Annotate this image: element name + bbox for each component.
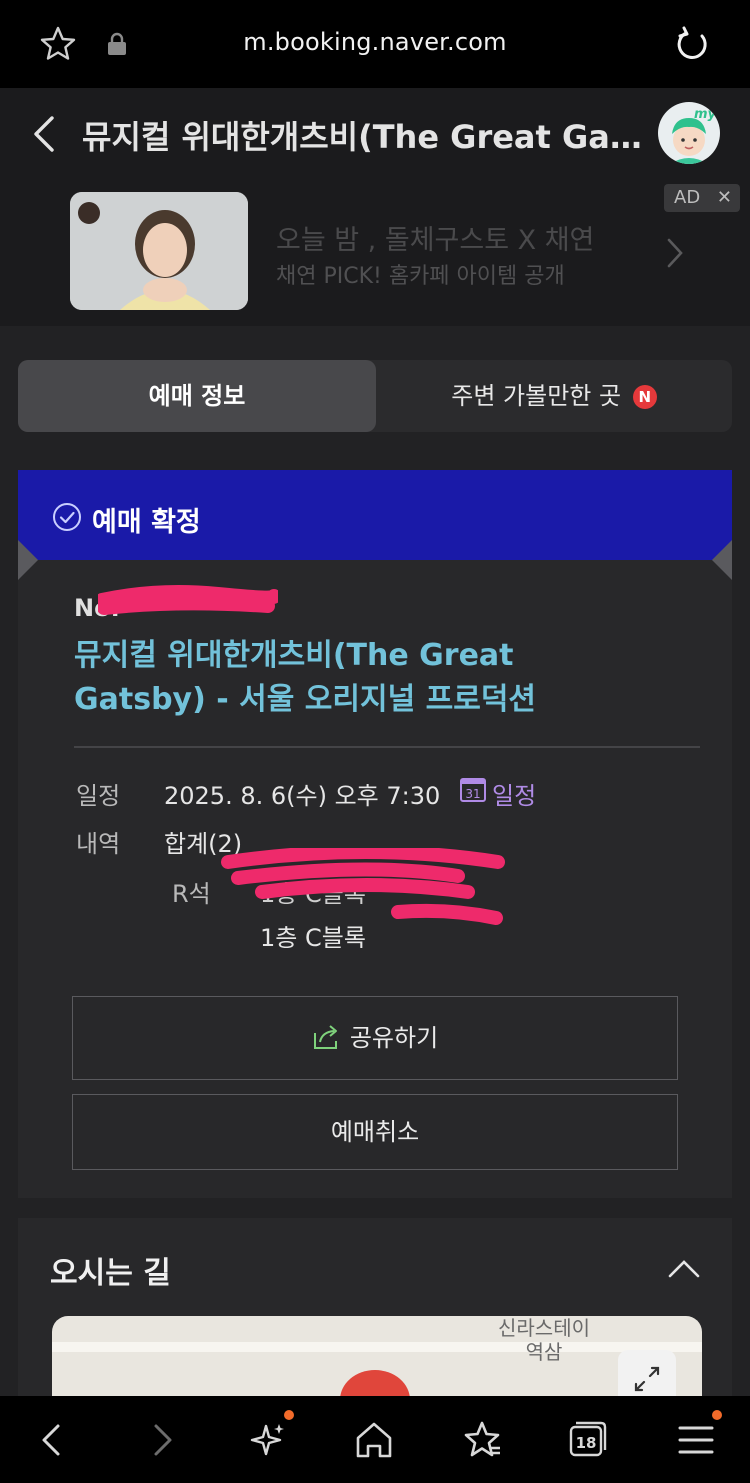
browser-url-bar: m.booking.naver.com (0, 0, 750, 88)
browser-bottom-nav: 18 (0, 1396, 750, 1483)
share-icon (313, 1025, 337, 1049)
nav-back-icon[interactable] (30, 1418, 74, 1462)
bookmarks-star-icon[interactable] (460, 1418, 504, 1462)
tab-nearby-places-label: 주변 가볼만한 곳 (451, 382, 622, 410)
ad-person-image (70, 192, 248, 310)
ad-banner[interactable]: 오늘 밤 , 돌체구스토 X 채연 채연 PICK! 홈카페 아이템 공개 AD… (0, 180, 750, 326)
share-button[interactable]: 공유하기 (72, 996, 678, 1080)
divider (74, 746, 700, 748)
calendar-icon-day: 31 (465, 787, 480, 801)
new-badge: N (632, 385, 657, 409)
nav-forward-icon[interactable] (140, 1418, 184, 1462)
chevron-up-icon[interactable] (666, 1256, 702, 1280)
tab-count: 18 (576, 1434, 597, 1452)
ad-label: AD (674, 187, 701, 208)
redaction-scribble (98, 585, 278, 615)
booking-status-banner: 예매 확정 (18, 470, 732, 560)
directions-section: 오시는 길 신라스테이 역삼 (18, 1218, 732, 1416)
detail-label: 내역 (76, 830, 121, 858)
date-label: 일정 (76, 782, 121, 810)
page-header: 뮤지컬 위대한개츠비(The Great Gats... my (0, 88, 750, 180)
booking-status-text: 예매 확정 (92, 507, 201, 538)
ai-sparkle-icon[interactable] (246, 1418, 290, 1462)
url-text[interactable]: m.booking.naver.com (0, 28, 750, 56)
map-road (52, 1342, 702, 1352)
tab-booking-info[interactable]: 예매 정보 (18, 360, 376, 432)
ticket-notch-left (18, 540, 38, 580)
ad-thumbnail (70, 192, 248, 310)
calendar-icon[interactable]: 31 (460, 776, 486, 802)
show-title[interactable]: 뮤지컬 위대한개츠비(The Great Gatsby) - 서울 오리지널 프… (74, 634, 544, 722)
ad-badge[interactable]: AD ✕ (664, 184, 740, 212)
my-profile-avatar[interactable]: my (658, 102, 720, 164)
share-button-label: 공유하기 (349, 1024, 439, 1052)
notification-dot (284, 1410, 294, 1420)
tab-nearby-places[interactable]: 주변 가볼만한 곳 N (376, 360, 732, 432)
redaction-scribble (221, 848, 505, 925)
add-to-calendar-link[interactable]: 일정 (492, 776, 536, 811)
map-place-label: 신라스테이 역삼 (498, 1316, 590, 1364)
date-value: 2025. 8. 6(수) 오후 7:30 (164, 782, 441, 810)
reload-icon[interactable] (672, 24, 712, 64)
menu-icon[interactable] (674, 1418, 718, 1462)
cancel-booking-label: 예매취소 (330, 1118, 420, 1146)
page-title: 뮤지컬 위대한개츠비(The Great Gats... (82, 118, 650, 156)
svg-text:my: my (694, 107, 717, 122)
ad-headline: 오늘 밤 , 돌체구스토 X 채연 (276, 225, 595, 256)
ad-close-icon[interactable]: ✕ (717, 184, 732, 212)
back-arrow-icon[interactable] (26, 112, 62, 156)
booking-ticket-card: 예매 확정 No. 뮤지컬 위대한개츠비(The Great Gatsby) -… (18, 470, 732, 1198)
tab-booking-info-label: 예매 정보 (148, 382, 246, 410)
ticket-notch-right (712, 540, 732, 580)
check-circle-icon (53, 503, 81, 531)
ad-subtext: 채연 PICK! 홈카페 아이템 공개 (276, 264, 565, 289)
chevron-right-icon (667, 238, 683, 268)
seat-grade: R석 (172, 880, 211, 908)
tabs-icon[interactable]: 18 (566, 1418, 610, 1462)
cancel-booking-button[interactable]: 예매취소 (72, 1094, 678, 1170)
home-icon[interactable] (352, 1418, 396, 1462)
avatar-face-icon: my (670, 107, 717, 164)
notification-dot (712, 1410, 722, 1420)
directions-heading: 오시는 길 (50, 1256, 171, 1291)
tab-bar: 예매 정보 주변 가볼만한 곳 N (18, 360, 732, 432)
